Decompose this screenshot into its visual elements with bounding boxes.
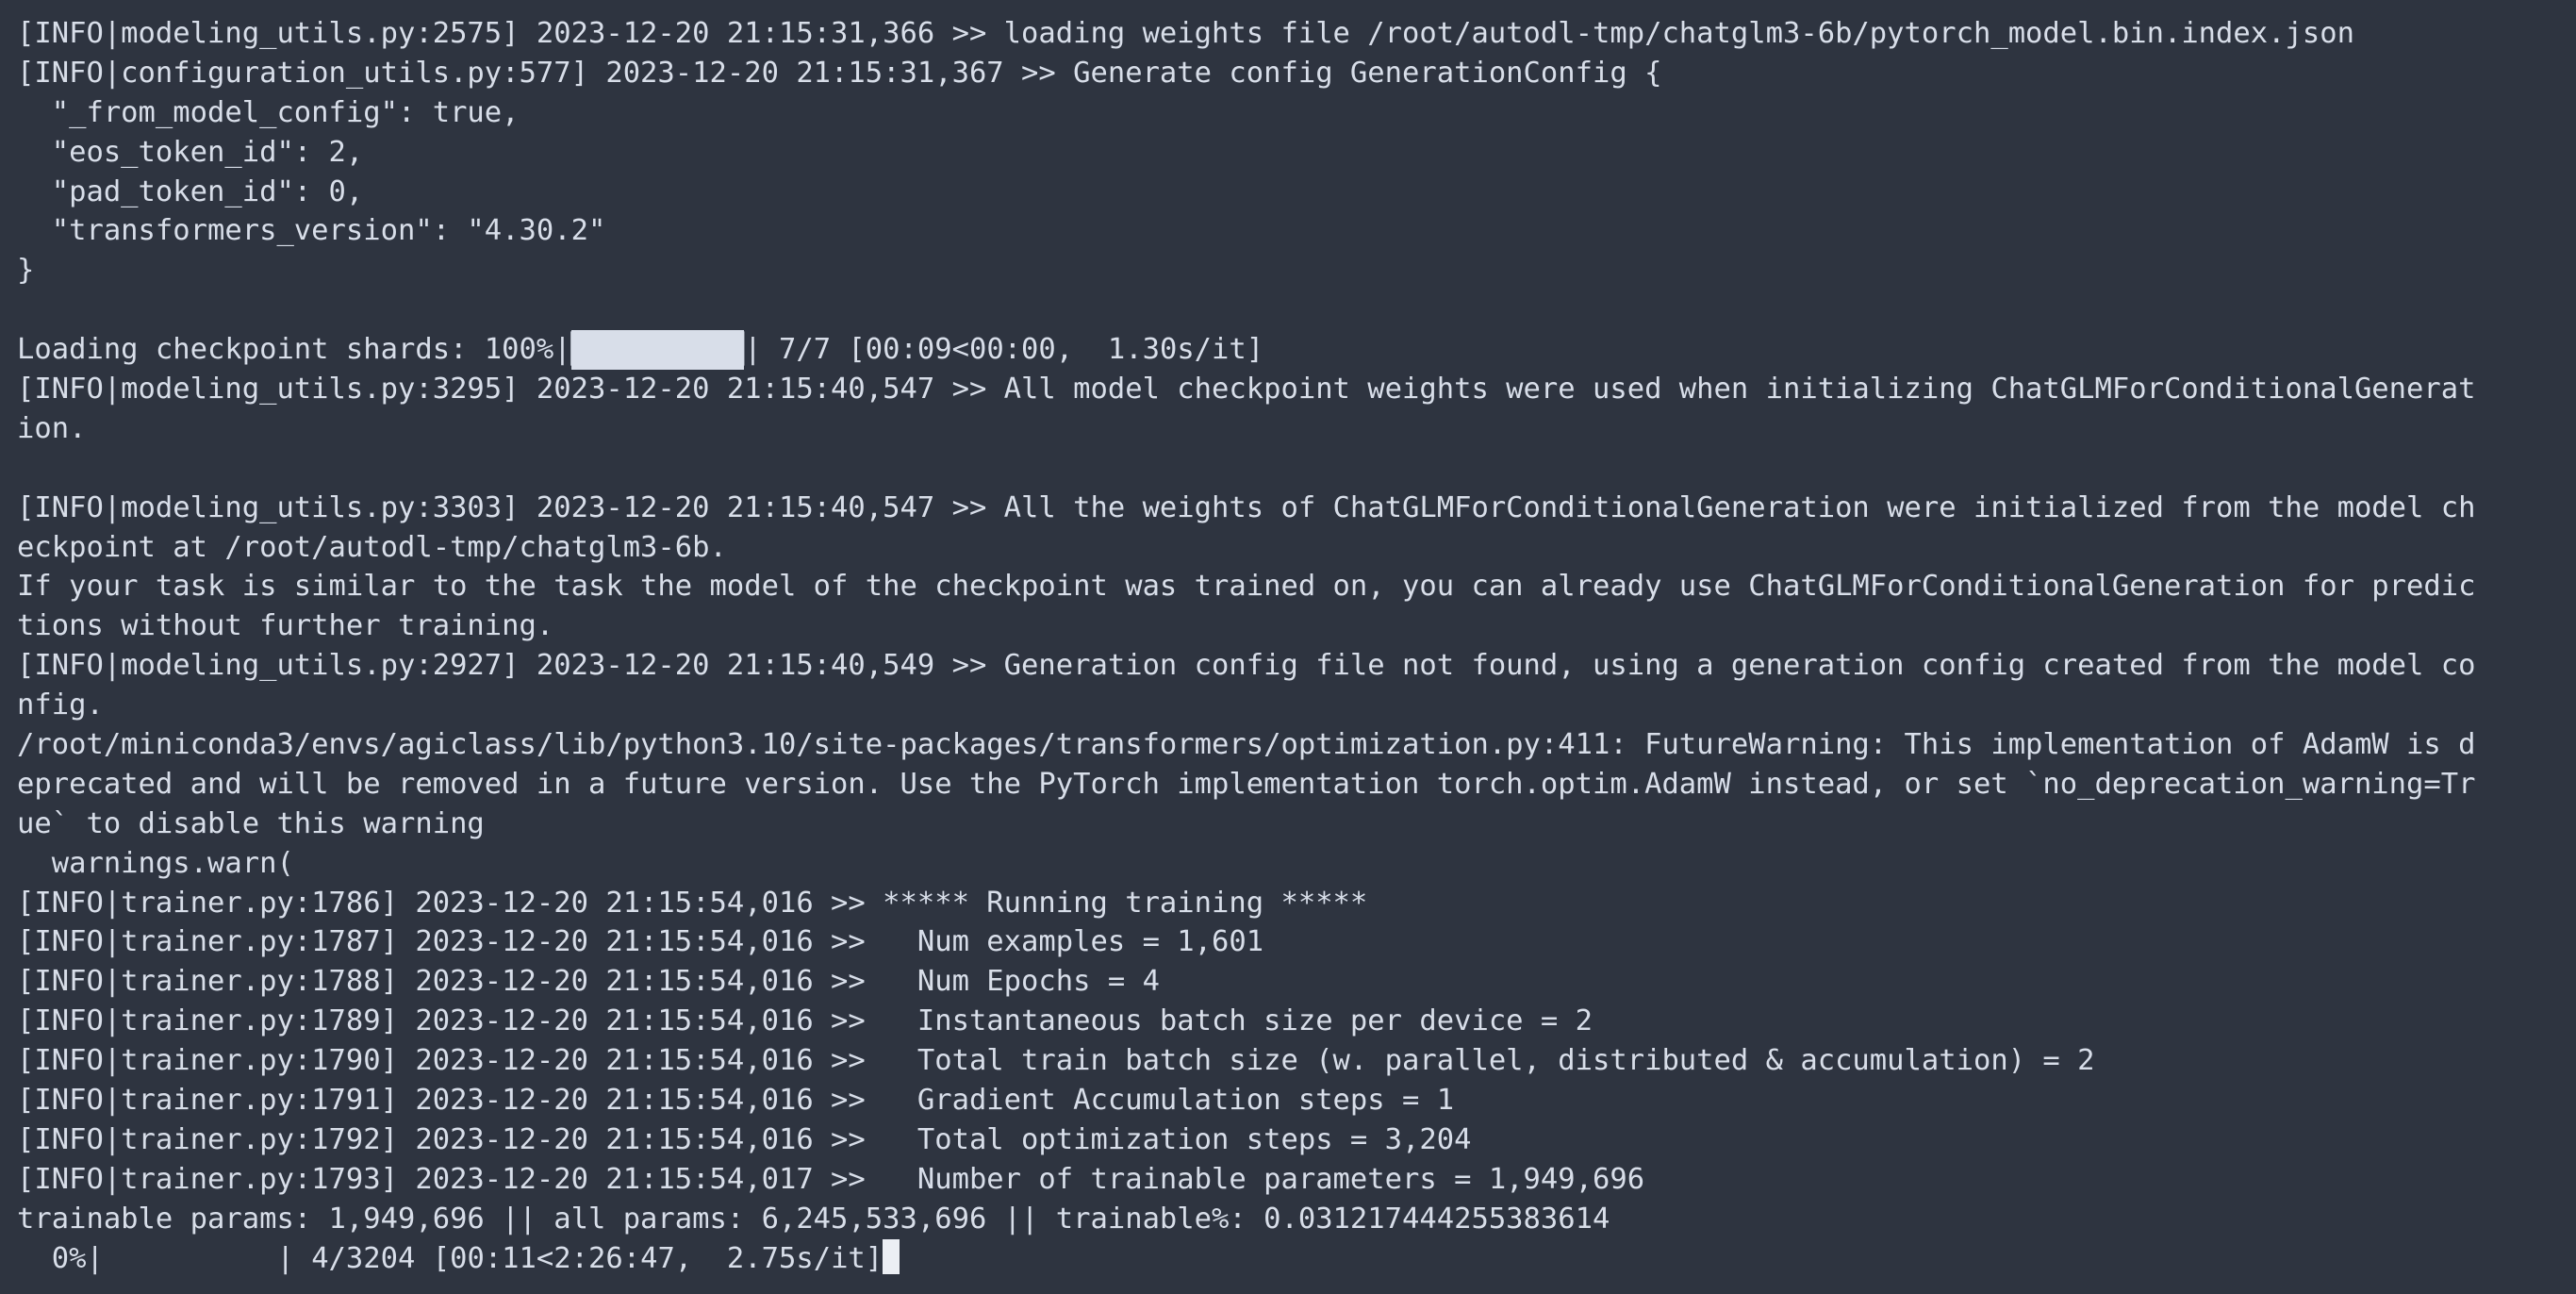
cursor-block — [883, 1239, 900, 1275]
terminal-line: [INFO|configuration_utils.py:577] 2023-1… — [17, 56, 1662, 90]
terminal-window[interactable]: [INFO|modeling_utils.py:2575] 2023-12-20… — [0, 0, 2576, 1294]
terminal-line: [INFO|trainer.py:1788] 2023-12-20 21:15:… — [17, 965, 1160, 999]
terminal-line: [INFO|trainer.py:1793] 2023-12-20 21:15:… — [17, 1162, 1645, 1196]
progress-prefix: 0%| — [17, 1241, 104, 1275]
terminal-line: [INFO|trainer.py:1790] 2023-12-20 21:15:… — [17, 1044, 2095, 1078]
terminal-line: [INFO|modeling_utils.py:2927] 2023-12-20… — [17, 649, 2476, 683]
terminal-line: [INFO|trainer.py:1789] 2023-12-20 21:15:… — [17, 1004, 1593, 1038]
progress-suffix: | 4/3204 [00:11<2:26:47, 2.75s/it] — [276, 1241, 883, 1275]
terminal-line: eprecated and will be removed in a futur… — [17, 767, 2476, 801]
terminal-line: [INFO|modeling_utils.py:2575] 2023-12-20… — [17, 17, 2354, 50]
progress-suffix: | 7/7 [00:09<00:00, 1.30s/it] — [744, 333, 1264, 367]
terminal-line: "pad_token_id": 0, — [17, 174, 364, 208]
terminal-line: [INFO|trainer.py:1786] 2023-12-20 21:15:… — [17, 886, 1368, 920]
terminal-line: /root/miniconda3/envs/agiclass/lib/pytho… — [17, 728, 2476, 762]
progress-line: 0%| | 4/3204 [00:11<2:26:47, 2.75s/it] — [17, 1239, 2576, 1279]
terminal-line: [INFO|modeling_utils.py:3295] 2023-12-20… — [17, 373, 2476, 406]
terminal-line: warnings.warn( — [17, 846, 294, 880]
progress-line: Loading checkpoint shards: 100%|████████… — [17, 330, 2576, 371]
terminal-line: [INFO|trainer.py:1787] 2023-12-20 21:15:… — [17, 925, 1264, 959]
terminal-line: "transformers_version": "4.30.2" — [17, 214, 606, 248]
terminal-line: eckpoint at /root/autodl-tmp/chatglm3-6b… — [17, 530, 727, 564]
terminal-line: "eos_token_id": 2, — [17, 135, 364, 169]
terminal-line: trainable params: 1,949,696 || all param… — [17, 1202, 1610, 1236]
terminal-line: ion. — [17, 411, 87, 445]
terminal-line: [INFO|modeling_utils.py:3303] 2023-12-20… — [17, 490, 2476, 524]
terminal-line: nfig. — [17, 688, 104, 722]
terminal-line: ue` to disable this warning — [17, 806, 485, 840]
progress-bar-fill: ██████████ — [570, 330, 745, 371]
progress-prefix: Loading checkpoint shards: 100%| — [17, 333, 571, 367]
terminal-line: [INFO|trainer.py:1792] 2023-12-20 21:15:… — [17, 1122, 1472, 1156]
terminal-line: tions without further training. — [17, 609, 554, 643]
terminal-line: If your task is similar to the task the … — [17, 570, 2476, 604]
terminal-line: [INFO|trainer.py:1791] 2023-12-20 21:15:… — [17, 1084, 1455, 1118]
terminal-line: } — [17, 254, 35, 288]
terminal-line: "_from_model_config": true, — [17, 95, 520, 129]
progress-bar-empty — [104, 1239, 277, 1279]
